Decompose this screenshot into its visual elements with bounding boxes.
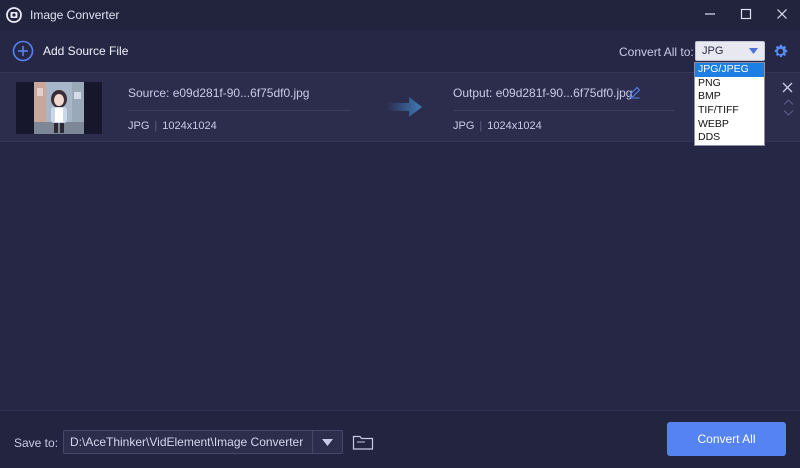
open-folder-icon[interactable] <box>352 433 374 451</box>
plus-circle-icon <box>12 40 34 62</box>
format-option-jpg[interactable]: JPG/JPEG <box>695 63 764 77</box>
footer-bar: Save to: D:\AceThinker\VidElement\Image … <box>0 410 800 468</box>
output-dimensions: 1024x1024 <box>487 120 542 132</box>
converter-logo-icon <box>6 7 22 23</box>
format-option-bmp[interactable]: BMP <box>695 90 764 104</box>
thumbnail-image <box>34 82 84 134</box>
title-bar: Image Converter <box>0 0 800 30</box>
chevron-down-icon <box>749 48 758 54</box>
close-icon <box>777 9 787 19</box>
window-title: Image Converter <box>30 8 120 22</box>
arrow-right-icon <box>387 97 422 117</box>
format-option-tif[interactable]: TIF/TIFF <box>695 104 764 118</box>
format-option-png[interactable]: PNG <box>695 77 764 91</box>
close-button[interactable] <box>764 0 800 28</box>
toolbar: Add Source File Convert All to: JPG <box>0 30 800 72</box>
save-path-field[interactable]: D:\AceThinker\VidElement\Image Converter <box>63 430 343 454</box>
maximize-icon <box>740 8 752 20</box>
save-to-label: Save to: <box>14 436 59 450</box>
output-format-value: JPG <box>702 45 724 57</box>
gear-icon[interactable] <box>772 43 789 60</box>
remove-file-icon[interactable] <box>782 82 793 93</box>
source-format: JPG <box>128 120 150 132</box>
file-list-item: Source: e09d281f-90...6f75df0.jpg JPG | 10… <box>0 72 800 142</box>
chevron-up-icon[interactable] <box>783 98 794 106</box>
chevron-down-icon[interactable] <box>783 109 794 117</box>
info-separator: | <box>154 120 158 132</box>
chevron-down-icon <box>322 438 333 446</box>
add-source-file-button[interactable]: Add Source File <box>12 39 128 63</box>
window-controls <box>692 0 800 30</box>
source-file-name: Source: e09d281f-90...6f75df0.jpg <box>128 86 310 100</box>
format-dropdown-list: JPG/JPEG PNG BMP TIF/TIFF WEBP DDS <box>694 62 765 146</box>
minimize-button[interactable] <box>692 0 728 28</box>
edit-pencil-icon[interactable] <box>628 86 641 99</box>
format-option-webp[interactable]: WEBP <box>695 118 764 132</box>
save-path-value: D:\AceThinker\VidElement\Image Converter <box>70 435 304 449</box>
save-path-dropdown-button[interactable] <box>312 431 342 453</box>
format-option-dds[interactable]: DDS <box>695 131 764 145</box>
output-file-info: JPG | 1024x1024 <box>453 120 542 132</box>
source-file-info: JPG | 1024x1024 <box>128 120 217 132</box>
convert-all-button[interactable]: Convert All <box>667 422 786 456</box>
output-file-name: Output: e09d281f-90...6f75df0.jpg <box>453 86 633 100</box>
output-divider <box>453 110 675 111</box>
output-format-select[interactable]: JPG <box>695 41 765 61</box>
source-divider <box>128 110 351 111</box>
minimize-icon <box>705 13 715 15</box>
image-thumbnail <box>16 82 102 134</box>
output-format: JPG <box>453 120 475 132</box>
source-dimensions: 1024x1024 <box>162 120 217 132</box>
info-separator: | <box>479 120 483 132</box>
convert-all-to-label: Convert All to: <box>619 45 694 59</box>
maximize-button[interactable] <box>728 0 764 28</box>
add-source-file-label: Add Source File <box>43 44 129 58</box>
